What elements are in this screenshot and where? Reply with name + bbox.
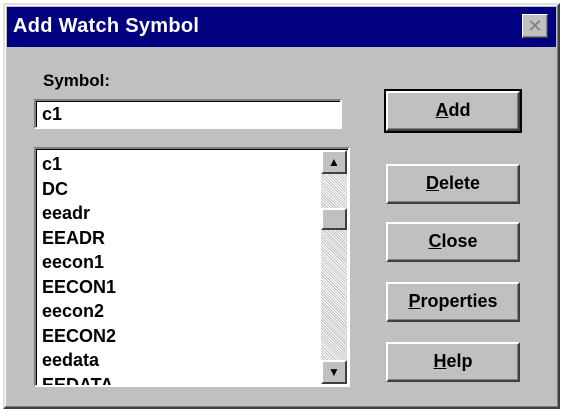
properties-button-mnemonic: P [408,291,421,311]
help-button[interactable]: Help [386,342,520,382]
symbol-input[interactable] [34,99,342,129]
delete-button-mnemonic: D [425,173,439,193]
close-button-mnemonic: C [428,231,442,251]
symbol-label: Symbol: [43,71,111,90]
add-watch-symbol-dialog: Add Watch Symbol ✕ Symbol: c1DCeeadrEEAD… [3,3,560,409]
arrow-down-icon: ▼ [328,365,340,379]
help-button-mnemonic: H [433,351,447,371]
close-button[interactable]: Close [386,222,520,262]
close-window-button[interactable]: ✕ [522,14,548,38]
list-item[interactable]: EEDATA [42,373,312,386]
close-button-label: lose [441,231,478,251]
help-button-label: elp [446,351,473,371]
scroll-up-button[interactable]: ▲ [321,150,347,174]
properties-button-label: roperties [420,291,498,311]
properties-button[interactable]: Properties [386,282,520,322]
add-button[interactable]: Add [384,89,522,133]
list-item[interactable]: c1 [42,152,312,177]
list-item[interactable]: EEADR [42,226,312,251]
list-item[interactable]: DC [42,177,312,202]
arrow-up-icon: ▲ [328,155,340,169]
delete-button-label: elete [438,173,481,193]
window-title: Add Watch Symbol [13,15,200,37]
scroll-thumb[interactable] [321,208,347,230]
list-item[interactable]: EECON1 [42,275,312,300]
listbox-scrollbar[interactable]: ▲ ▼ [321,150,347,384]
list-item[interactable]: eedata [42,348,312,373]
list-item[interactable]: eecon1 [42,250,312,275]
add-button-mnemonic: A [435,100,449,120]
scroll-down-button[interactable]: ▼ [321,360,347,384]
list-item[interactable]: EECON2 [42,324,312,349]
add-button-label: dd [448,100,471,120]
symbol-listbox[interactable]: c1 DC eeadr EEADR eecon1 EECON1 eecon2 EECON2 ee… [34,147,350,387]
symbol-list: c1 DC eeadr EEADR eecon1 EECON1 eecon2 EECON2 ee… [42,152,312,386]
list-item[interactable]: eecon2 [42,299,312,324]
list-item[interactable]: eeadr [42,201,312,226]
close-icon: ✕ [527,16,543,36]
title-bar[interactable]: Add Watch Symbol ✕ [7,7,556,47]
delete-button[interactable]: Delete [386,164,520,204]
